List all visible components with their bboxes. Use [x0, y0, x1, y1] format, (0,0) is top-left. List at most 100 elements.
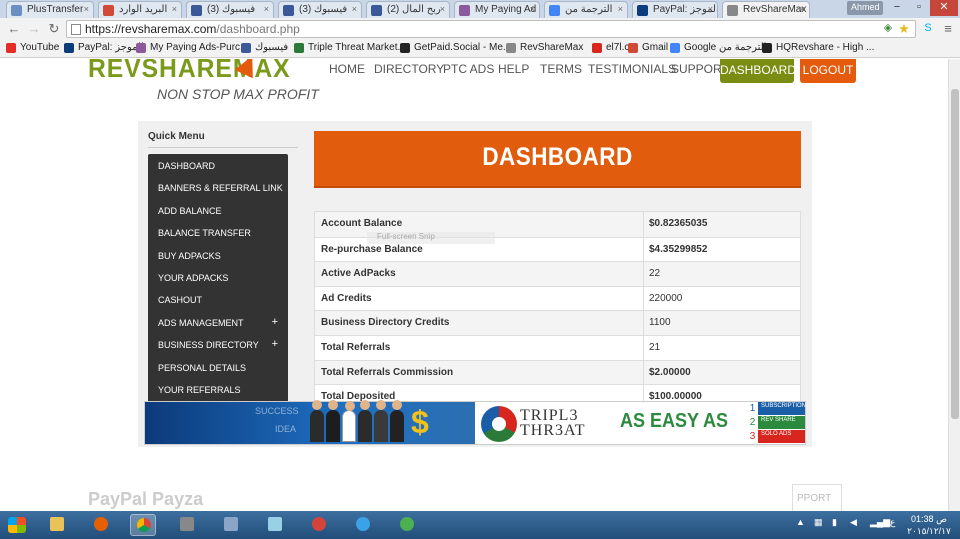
bookmark-item[interactable]: My Paying Ads-Purc...: [136, 42, 248, 53]
tab-favicon-icon: [191, 5, 202, 16]
language-indicator[interactable]: ع: [890, 517, 895, 528]
close-tab-icon[interactable]: ×: [530, 4, 535, 14]
browser-tab[interactable]: (2) ربح المال ×: [366, 1, 450, 18]
file-explorer-icon[interactable]: [44, 514, 70, 536]
firefox-icon[interactable]: [88, 514, 114, 536]
divider: [148, 147, 298, 148]
browser-tab[interactable]: (3) فيسبوك ×: [186, 1, 274, 18]
tab-label: My Paying Ad: [475, 4, 537, 15]
nav-help[interactable]: HELP: [498, 62, 529, 76]
stat-value: 21: [649, 341, 661, 353]
bookmark-item[interactable]: YouTube: [6, 42, 59, 53]
bookmark-item[interactable]: Gmail: [628, 42, 668, 53]
page-scrollbar[interactable]: [948, 59, 960, 511]
network-icon[interactable]: ▦: [814, 517, 823, 528]
quick-menu-item[interactable]: YOUR REFERRALS: [148, 379, 288, 401]
reload-button[interactable]: ↻: [46, 21, 62, 37]
close-tab-icon[interactable]: ×: [352, 4, 357, 14]
clock[interactable]: 01:38 ص ٢٠١٥/١٢/١٧: [906, 513, 952, 537]
close-window-button[interactable]: ✕: [930, 0, 958, 16]
quick-menu-item[interactable]: YOUR ADPACKS: [148, 267, 288, 289]
close-tab-icon[interactable]: ×: [84, 4, 89, 14]
quick-menu: DASHBOARD BANNERS & REFERRAL LINK ADD BALA…: [148, 154, 288, 424]
browser-tab[interactable]: البريد الوارد ×: [98, 1, 182, 18]
stat-label: Business Directory Credits: [321, 317, 450, 329]
close-tab-icon[interactable]: ×: [172, 4, 177, 14]
browser-tab[interactable]: الترجمة من ×: [544, 1, 628, 18]
battery-icon[interactable]: ▮: [832, 517, 837, 528]
signal-icon[interactable]: ▂▄▆: [870, 517, 890, 528]
nav-ptc-ads[interactable]: PTC ADS: [443, 62, 494, 76]
browser-tab[interactable]: PayPal: الموجز ×: [632, 1, 718, 18]
browser-tab[interactable]: RevShareMax ×: [722, 1, 810, 19]
maximize-button[interactable]: ▫: [908, 0, 930, 16]
bookmark-label: YouTube: [20, 42, 60, 53]
logout-button[interactable]: LOGOUT: [800, 59, 856, 83]
volume-icon[interactable]: ◀: [850, 517, 857, 528]
close-tab-icon[interactable]: ×: [440, 4, 445, 14]
quick-menu-item[interactable]: BANNERS & REFERRAL LINK: [148, 177, 288, 199]
quick-menu-item[interactable]: BALANCE TRANSFER: [148, 222, 288, 244]
quick-menu-item[interactable]: BUSINESS DIRECTORY +: [148, 334, 288, 356]
nav-home[interactable]: HOME: [329, 62, 365, 76]
stat-label: Ad Credits: [321, 292, 372, 304]
browser-tab[interactable]: My Paying Ad ×: [454, 1, 540, 18]
nav-dashboard-button[interactable]: DASHBOARD: [720, 59, 796, 83]
quick-menu-item[interactable]: ADD BALANCE: [148, 200, 288, 222]
close-tab-icon[interactable]: ×: [708, 4, 713, 14]
site-logo[interactable]: REVSHAREMAX NON STOP MAX PROFIT: [88, 59, 319, 104]
url-input[interactable]: https://revsharemax.com/dashboard.php: [66, 20, 916, 38]
forward-button[interactable]: →: [26, 21, 42, 37]
minimize-button[interactable]: −: [886, 0, 908, 16]
bookmark-star-icon[interactable]: ★: [896, 21, 912, 37]
calculator-icon[interactable]: [218, 514, 244, 536]
browser-tab[interactable]: PlusTransfer ×: [6, 1, 94, 18]
quick-menu-item[interactable]: CASHOUT: [148, 289, 288, 311]
browser-tab[interactable]: (3) فيسبوك ×: [278, 1, 362, 18]
nav-testimonials[interactable]: TESTIMONIALS: [588, 62, 676, 76]
bookmark-item[interactable]: GetPaid.Social - Me...: [400, 42, 511, 53]
menu-icon[interactable]: ≡: [940, 21, 956, 37]
quick-menu-item[interactable]: PERSONAL DETAILS: [148, 357, 288, 379]
app-icon[interactable]: [174, 514, 200, 536]
close-tab-icon[interactable]: ×: [264, 4, 269, 14]
quick-menu-item[interactable]: DASHBOARD: [148, 155, 288, 177]
ad-text-idea: IDEA: [275, 424, 297, 434]
back-button[interactable]: ←: [6, 21, 22, 37]
app-icon-2[interactable]: [262, 514, 288, 536]
ad-banner[interactable]: SUCCESS IDEA $ TRIPL3 THR3AT AS EASY AS …: [144, 400, 806, 445]
footer-support-button[interactable]: PPORT: [792, 484, 842, 511]
quick-menu-item[interactable]: BUY ADPACKS: [148, 245, 288, 267]
quick-menu-label: CASHOUT: [158, 295, 203, 306]
business-people-image: [310, 400, 420, 442]
bookmark-item[interactable]: فيسبوك: [241, 42, 288, 53]
bookmark-item[interactable]: PayPal: الموجز: [64, 42, 144, 53]
skype-icon[interactable]: S: [920, 21, 936, 37]
stat-value: 1100: [649, 317, 671, 329]
chrome-icon[interactable]: [130, 514, 156, 536]
globe-icon[interactable]: [394, 514, 420, 536]
clock-date: ٢٠١٥/١٢/١٧: [907, 526, 951, 536]
quick-menu-item[interactable]: ADS MANAGEMENT +: [148, 312, 288, 334]
messenger-icon[interactable]: [350, 514, 376, 536]
start-button[interactable]: [4, 514, 30, 536]
nav-terms[interactable]: TERMS: [540, 62, 582, 76]
expand-plus-icon[interactable]: +: [272, 338, 278, 350]
bookmark-item[interactable]: HQRevshare - High ...: [762, 42, 874, 53]
ad-step-number: 2: [747, 416, 758, 429]
show-hidden-icons-icon[interactable]: ▲: [796, 517, 805, 527]
snipping-tool-icon[interactable]: [306, 514, 332, 536]
bookmark-item[interactable]: RevShareMax: [506, 42, 583, 53]
profile-button[interactable]: Ahmed: [847, 1, 883, 15]
close-tab-icon[interactable]: ×: [800, 4, 805, 14]
bookmark-label: فيسبوك: [255, 42, 289, 53]
expand-plus-icon[interactable]: +: [272, 316, 278, 328]
ad-step-label: REV SHARE: [761, 417, 796, 423]
close-tab-icon[interactable]: ×: [618, 4, 623, 14]
scroll-thumb[interactable]: [951, 89, 959, 419]
bookmark-favicon-icon: [294, 43, 304, 53]
bookmark-item[interactable]: Google الترجمة من: [670, 42, 766, 53]
nav-directory[interactable]: DIRECTORY: [374, 62, 444, 76]
bookmark-item[interactable]: Triple Threat Market...: [294, 42, 406, 53]
shield-icon[interactable]: ◈: [880, 21, 896, 37]
